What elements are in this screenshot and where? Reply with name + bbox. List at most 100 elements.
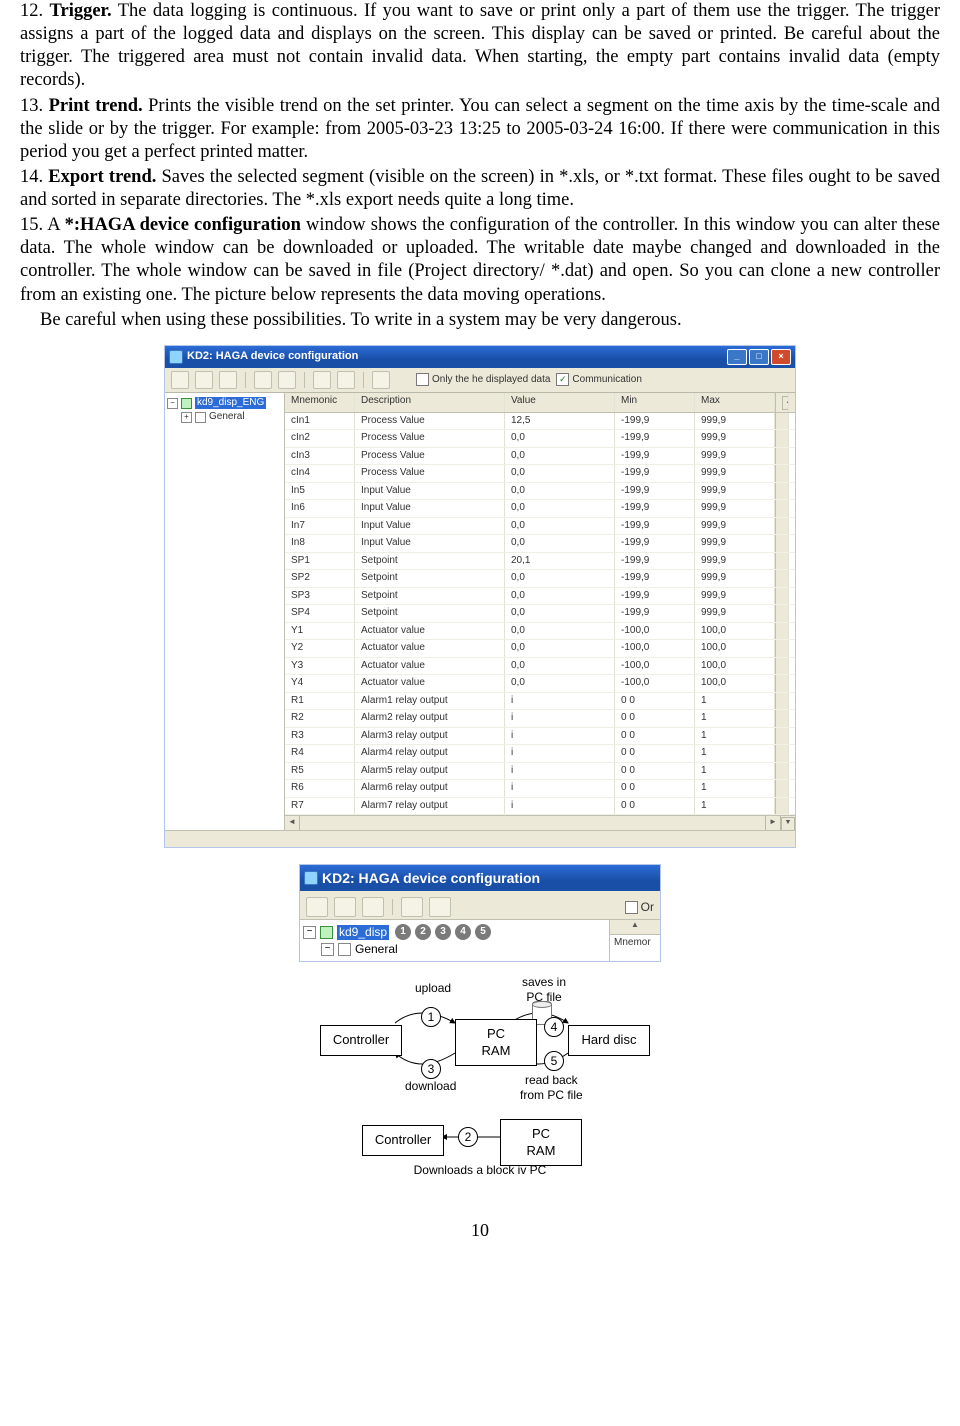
horizontal-scrollbar[interactable]: ◄► ▼ [285, 815, 795, 830]
table-row[interactable]: In7Input Value0,0-199,9999,9 [285, 518, 795, 536]
window-titlebar[interactable]: KD2: HAGA device configuration _ □ × [165, 346, 795, 368]
list-item-14: 14. Export trend. Saves the selected seg… [20, 166, 940, 212]
grid-header: Mnemonic Description Value Min Max ▲ [285, 393, 795, 413]
tree-child[interactable]: General [209, 411, 245, 424]
download-label: download [405, 1079, 456, 1094]
window-titlebar[interactable]: KD2: HAGA device configuration [300, 865, 660, 891]
toolbar-print-icon[interactable] [219, 371, 237, 389]
tree-panel[interactable]: −kd9_disp_ENG +General [165, 393, 285, 831]
item-text: Saves the selected segment (visible on t… [20, 167, 940, 210]
maximize-button[interactable]: □ [749, 349, 769, 365]
item-num: 14. [20, 167, 43, 187]
table-row[interactable]: R3Alarm3 relay outputi0 01 [285, 728, 795, 746]
toolbar-open-icon[interactable] [171, 371, 189, 389]
communication-checkbox[interactable]: Communication [556, 373, 641, 386]
list-item-13: 13. Print trend. Prints the visible tren… [20, 95, 940, 164]
badge-1: 1 [421, 1007, 441, 1027]
mnemonic-header: Mnemor [610, 935, 660, 952]
toolbar-save-icon[interactable] [195, 371, 213, 389]
table-row[interactable]: R4Alarm4 relay outputi0 01 [285, 745, 795, 763]
controller-box: Controller [320, 1025, 402, 1055]
scroll-down-icon[interactable]: ▼ [781, 817, 795, 831]
toolbar-open-icon[interactable] [306, 897, 328, 917]
item-title: Print trend. [49, 96, 143, 116]
toolbar-paste-icon[interactable] [429, 897, 451, 917]
config-window-zoom: KD2: HAGA device configuration Or − kd9_… [300, 865, 660, 961]
separator [392, 899, 393, 915]
toolbar: Or [300, 891, 660, 920]
item-text-15: A *:HAGA device configuration window sho… [20, 215, 940, 304]
only-displayed-checkbox[interactable]: Only the he displayed data [416, 373, 550, 386]
page-number: 10 [20, 1219, 940, 1242]
table-row[interactable]: In5Input Value0,0-199,9999,9 [285, 483, 795, 501]
separator [363, 372, 364, 388]
badge-3: 3 [421, 1059, 441, 1079]
table-row[interactable]: SP1Setpoint20,1-199,9999,9 [285, 553, 795, 571]
status-bar [165, 830, 795, 847]
data-flow-diagram: upload saves in PC file Controller PC RA… [300, 975, 660, 1105]
item-title: Trigger. [50, 1, 112, 21]
pc-ram-box: PC RAM [455, 1019, 537, 1066]
separator [304, 372, 305, 388]
table-row[interactable]: R5Alarm5 relay outputi0 01 [285, 763, 795, 781]
window-title: KD2: HAGA device configuration [187, 350, 358, 364]
separator [245, 372, 246, 388]
data-grid: Mnemonic Description Value Min Max ▲ cIn… [285, 393, 795, 831]
table-row[interactable]: R6Alarm6 relay outputi0 01 [285, 780, 795, 798]
scroll-up-icon[interactable]: ▲ [610, 920, 660, 935]
tree-child[interactable]: General [355, 942, 398, 957]
list-item-15: 15. A *:HAGA device configuration window… [20, 214, 940, 307]
toolbar-copy-icon[interactable] [254, 371, 272, 389]
tree-panel[interactable]: − kd9_disp 1 2 3 4 5 − General [300, 920, 609, 961]
tree-root[interactable]: kd9_disp [337, 925, 389, 940]
badge-2: 2 [458, 1127, 478, 1147]
badge-5: 5 [544, 1051, 564, 1071]
toolbar-paste-icon[interactable] [278, 371, 296, 389]
table-row[interactable]: R7Alarm7 relay outputi0 01 [285, 798, 795, 816]
table-row[interactable]: Y1Actuator value0,0-100,0100,0 [285, 623, 795, 641]
only-displayed-checkbox[interactable]: Or [625, 900, 654, 915]
diagram-caption: Downloads a block iv PC [300, 1163, 660, 1178]
table-row[interactable]: Y4Actuator value0,0-100,0100,0 [285, 675, 795, 693]
toolbar-up-icon[interactable] [313, 371, 331, 389]
badge-row: 1 2 3 4 5 [395, 924, 491, 940]
table-row[interactable]: cIn3Process Value0,0-199,9999,9 [285, 448, 795, 466]
minimize-button[interactable]: _ [727, 349, 747, 365]
config-window: KD2: HAGA device configuration _ □ × Onl… [165, 346, 795, 848]
app-icon [304, 871, 318, 885]
tree-root[interactable]: kd9_disp_ENG [195, 397, 266, 410]
item-num: 13. [20, 96, 43, 116]
table-row[interactable]: SP3Setpoint0,0-199,9999,9 [285, 588, 795, 606]
item-title: Export trend. [48, 167, 156, 187]
table-row[interactable]: SP4Setpoint0,0-199,9999,9 [285, 605, 795, 623]
item-num: 12. [20, 1, 43, 21]
table-row[interactable]: R2Alarm2 relay outputi0 01 [285, 710, 795, 728]
upload-label: upload [415, 981, 451, 996]
scroll-up-icon[interactable]: ▲ [782, 396, 789, 410]
pc-ram-box: PC RAM [500, 1119, 582, 1166]
item-num: 15. [20, 215, 43, 235]
table-row[interactable]: cIn4Process Value0,0-199,9999,9 [285, 465, 795, 483]
table-row[interactable]: In8Input Value0,0-199,9999,9 [285, 535, 795, 553]
toolbar-down-icon[interactable] [337, 371, 355, 389]
table-row[interactable]: cIn2Process Value0,0-199,9999,9 [285, 430, 795, 448]
table-row[interactable]: R1Alarm1 relay outputi0 01 [285, 693, 795, 711]
table-row[interactable]: SP2Setpoint0,0-199,9999,9 [285, 570, 795, 588]
table-row[interactable]: cIn1Process Value12,5-199,9999,9 [285, 413, 795, 431]
toolbar: Only the he displayed data Communication [165, 368, 795, 393]
toolbar-copy-icon[interactable] [401, 897, 423, 917]
close-button[interactable]: × [771, 349, 791, 365]
download-block-diagram: Controller 2 PC RAM Downloads a block iv… [300, 1115, 660, 1185]
table-row[interactable]: In6Input Value0,0-199,9999,9 [285, 500, 795, 518]
window-title: KD2: HAGA device configuration [322, 870, 540, 888]
app-icon [169, 350, 183, 364]
readback-label: read back from PC file [520, 1073, 583, 1103]
table-row[interactable]: Y2Actuator value0,0-100,0100,0 [285, 640, 795, 658]
badge-4: 4 [544, 1017, 564, 1037]
item-text: Prints the visible trend on the set prin… [20, 96, 940, 162]
toolbar-sheet-icon[interactable] [372, 371, 390, 389]
list-item-12: 12. Trigger. The data logging is continu… [20, 0, 940, 93]
table-row[interactable]: Y3Actuator value0,0-100,0100,0 [285, 658, 795, 676]
toolbar-save-icon[interactable] [334, 897, 356, 917]
toolbar-print-icon[interactable] [362, 897, 384, 917]
